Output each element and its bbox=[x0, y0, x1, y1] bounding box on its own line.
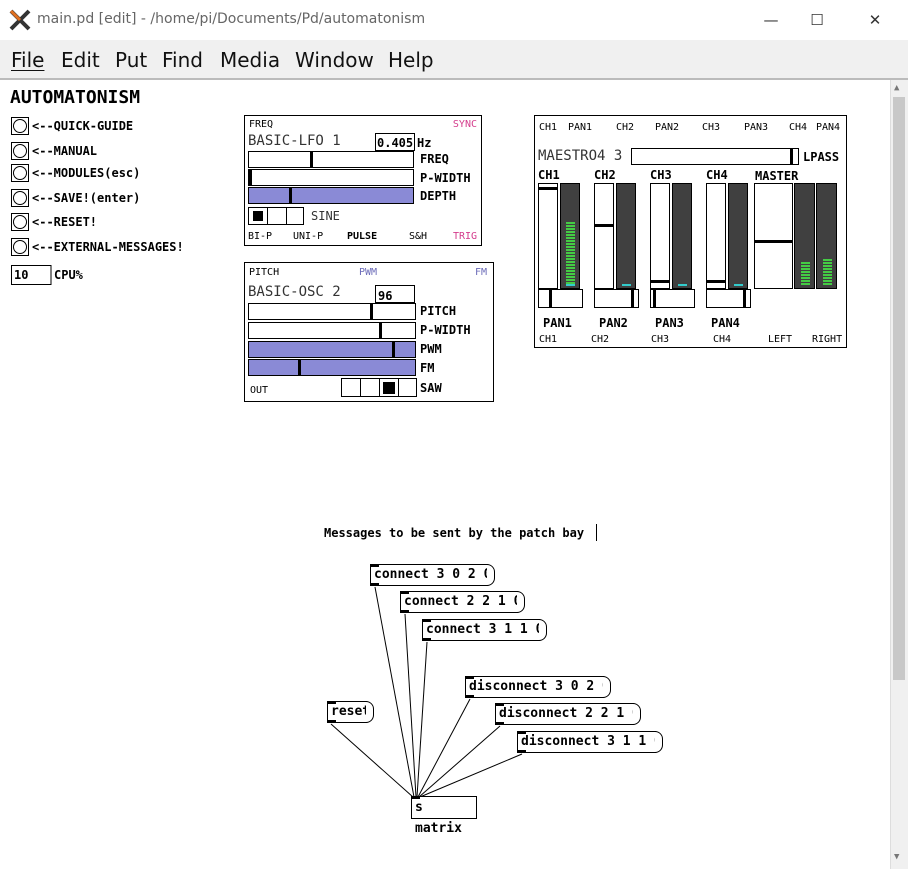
object-inlet[interactable] bbox=[412, 796, 420, 799]
msg-inlet[interactable] bbox=[328, 701, 336, 704]
msg-outlet[interactable] bbox=[423, 638, 431, 641]
patch-cords bbox=[330, 586, 523, 798]
msg-inlet[interactable] bbox=[496, 703, 504, 706]
msg-inlet[interactable] bbox=[423, 619, 431, 622]
msg-inlet[interactable] bbox=[371, 564, 379, 567]
msg-outlet[interactable] bbox=[518, 750, 526, 753]
disconnect-msg-1-text: disconnect 3 0 2 0 bbox=[469, 679, 610, 694]
disconnect-msg-2-text: disconnect 2 2 1 0 bbox=[499, 706, 640, 721]
send-matrix-object[interactable]: s matrix bbox=[411, 796, 477, 836]
connect-msg-1-text: connect 3 0 2 0 bbox=[374, 567, 492, 582]
msg-inlet[interactable] bbox=[518, 731, 526, 734]
msg-inlet[interactable] bbox=[401, 591, 409, 594]
connect-msg-3-text: connect 3 1 1 0 bbox=[426, 622, 544, 637]
disconnect-msg-3-text: disconnect 3 1 1 0 bbox=[521, 734, 662, 749]
connect-msg-2-text: connect 2 2 1 0 bbox=[404, 594, 522, 609]
connect-msg-1[interactable]: connect 3 0 2 0 bbox=[370, 564, 495, 586]
connect-msg-3[interactable]: connect 3 1 1 0 bbox=[422, 619, 547, 641]
disconnect-msg-2[interactable]: disconnect 2 2 1 0 bbox=[495, 703, 641, 725]
disconnect-msg-1[interactable]: disconnect 3 0 2 0 bbox=[465, 676, 611, 698]
connect-msg-2[interactable]: connect 2 2 1 0 bbox=[400, 591, 525, 613]
msg-outlet[interactable] bbox=[466, 695, 474, 698]
reset-msg[interactable]: reset bbox=[327, 701, 374, 723]
msg-outlet[interactable] bbox=[401, 610, 409, 613]
msg-inlet[interactable] bbox=[466, 676, 474, 679]
disconnect-msg-3[interactable]: disconnect 3 1 1 0 bbox=[517, 731, 663, 753]
send-matrix-text: s matrix bbox=[415, 800, 462, 836]
msg-outlet[interactable] bbox=[496, 722, 504, 725]
reset-msg-text: reset bbox=[331, 704, 371, 719]
msg-outlet[interactable] bbox=[371, 583, 379, 586]
msg-outlet[interactable] bbox=[328, 720, 336, 723]
